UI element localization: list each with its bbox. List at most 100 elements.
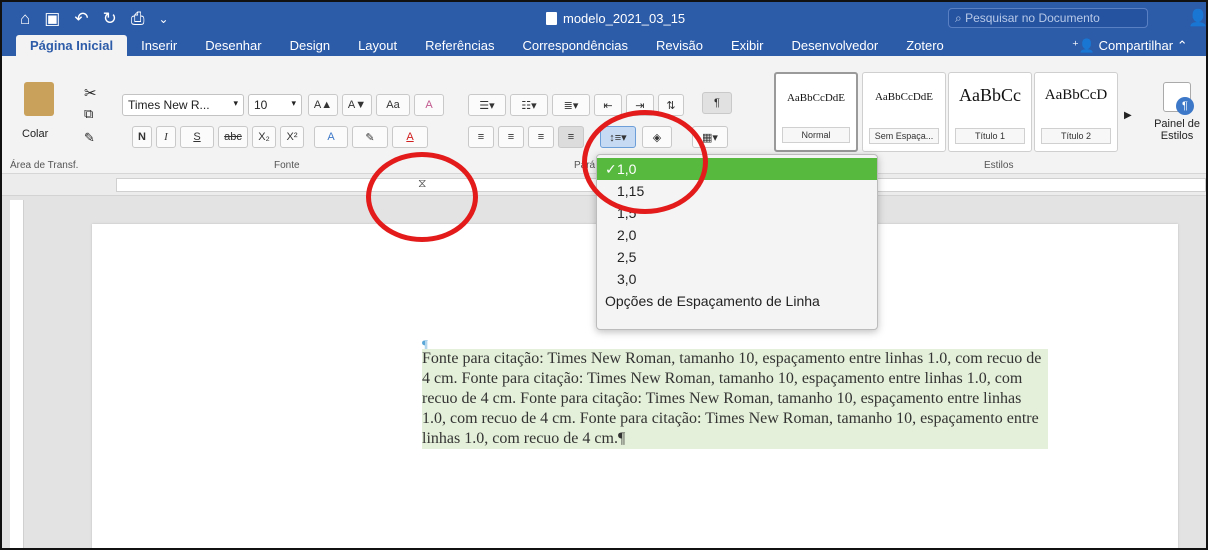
align-center-button[interactable]: ≡ <box>498 126 524 148</box>
document-title: modelo_2021_03_15 <box>546 11 685 26</box>
style-sample: AaBbCcDdE <box>874 91 934 103</box>
font-size-select[interactable]: 10 ▾ <box>248 94 302 116</box>
show-marks-button[interactable]: ¶ <box>702 92 732 114</box>
font-group-label: Fonte <box>274 160 300 171</box>
font-size-value: 10 <box>254 98 268 112</box>
menu-item-label: 1,5 <box>617 205 637 221</box>
title-bar: ⌂ ▣ ↶ ↻ ⎙ ⌄ modelo_2021_03_15 ⌕ Pesquisa… <box>2 2 1206 56</box>
shading-button[interactable]: ◈ <box>642 126 672 148</box>
checkmark-icon: ✓ <box>605 161 617 177</box>
tab-desenhar[interactable]: Desenhar <box>191 35 275 56</box>
copy-icon[interactable]: ⧉ <box>84 106 93 122</box>
decrease-indent-button[interactable]: ⇤ <box>594 94 622 116</box>
bold-button[interactable]: N <box>132 126 152 148</box>
subscript-button[interactable]: X₂ <box>252 126 276 148</box>
vertical-ruler <box>10 200 24 548</box>
styles-more-icon[interactable]: ▶ <box>1124 110 1132 121</box>
print-icon[interactable]: ⎙ <box>131 9 145 29</box>
undo-icon[interactable]: ↶ <box>74 9 88 29</box>
font-name-select[interactable]: Times New R... ▾ <box>122 94 244 116</box>
menu-item-1-5[interactable]: 1,5 <box>597 202 877 224</box>
home-icon[interactable]: ⌂ <box>20 9 30 29</box>
cut-icon[interactable]: ✂ <box>84 84 97 102</box>
tab-referencias[interactable]: Referências <box>411 35 508 56</box>
clear-formatting-button[interactable]: A <box>414 94 444 116</box>
line-spacing-menu: ✓1,0 1,15 1,5 2,0 2,5 3,0 Opções de Espa… <box>596 154 878 330</box>
menu-item-1-0[interactable]: ✓1,0 <box>597 158 877 180</box>
tab-correspondencias[interactable]: Correspondências <box>508 35 642 56</box>
tab-design[interactable]: Design <box>276 35 344 56</box>
style-titulo-2[interactable]: AaBbCcD Título 2 <box>1034 72 1118 152</box>
styles-pane-label: Painel de Estilos <box>1154 118 1200 142</box>
tab-layout[interactable]: Layout <box>344 35 411 56</box>
indent-marker-icon[interactable]: ⧖ <box>418 176 426 191</box>
document-icon <box>546 12 557 25</box>
multilevel-list-button[interactable]: ≣▾ <box>552 94 590 116</box>
search-placeholder: Pesquisar no Documento <box>965 11 1100 25</box>
collapse-ribbon-icon[interactable]: ⌃ <box>1177 38 1188 53</box>
style-name: Título 1 <box>955 128 1025 144</box>
menu-item-label: 1,0 <box>617 161 637 177</box>
ribbon-tabs: Página Inicial Inserir Desenhar Design L… <box>16 35 958 56</box>
styles-pane-button[interactable]: ¶ Painel de Estilos <box>1150 82 1204 158</box>
tab-desenvolvedor[interactable]: Desenvolvedor <box>777 35 892 56</box>
tab-inserir[interactable]: Inserir <box>127 35 191 56</box>
tab-pagina-inicial[interactable]: Página Inicial <box>16 35 128 56</box>
add-person-icon: ⁺👤 <box>1072 38 1099 53</box>
menu-item-2-0[interactable]: 2,0 <box>597 224 877 246</box>
grow-font-button[interactable]: A▲ <box>308 94 338 116</box>
style-sem-espacamento[interactable]: AaBbCcDdE Sem Espaça... <box>862 72 946 152</box>
borders-button[interactable]: ▦▾ <box>692 126 728 148</box>
style-normal[interactable]: AaBbCcDdE Normal <box>774 72 858 152</box>
tab-zotero[interactable]: Zotero <box>892 35 958 56</box>
menu-item-label: Opções de Espaçamento de Linha <box>605 293 820 309</box>
share-label: Compartilhar <box>1098 38 1174 53</box>
tab-revisao[interactable]: Revisão <box>642 35 717 56</box>
format-painter-icon[interactable]: ✎ <box>84 130 95 146</box>
document-title-text: modelo_2021_03_15 <box>563 11 686 26</box>
bullets-button[interactable]: ☰▾ <box>468 94 506 116</box>
save-icon[interactable]: ▣ <box>44 9 60 29</box>
font-name-value: Times New R... <box>128 98 210 112</box>
italic-button[interactable]: I <box>156 126 176 148</box>
change-case-button[interactable]: Aa <box>376 94 410 116</box>
align-right-button[interactable]: ≡ <box>528 126 554 148</box>
highlight-color-button[interactable]: ✎ <box>352 126 388 148</box>
shrink-font-button[interactable]: A▼ <box>342 94 372 116</box>
menu-item-2-5[interactable]: 2,5 <box>597 246 877 268</box>
style-sample: AaBbCcD <box>1044 87 1108 103</box>
styles-group-label: Estilos <box>984 160 1014 171</box>
style-sample: AaBbCcDdE <box>786 92 846 104</box>
customize-toolbar-icon[interactable]: ⌄ <box>158 12 168 26</box>
menu-item-line-spacing-options[interactable]: Opções de Espaçamento de Linha <box>597 290 877 312</box>
quick-access-toolbar: ⌂ ▣ ↶ ↻ ⎙ ⌄ <box>20 9 169 29</box>
increase-indent-button[interactable]: ⇥ <box>626 94 654 116</box>
font-color-button[interactable]: A <box>392 126 428 148</box>
style-name: Sem Espaça... <box>869 128 939 144</box>
chevron-down-icon: ▾ <box>233 98 238 108</box>
numbering-button[interactable]: ☷▾ <box>510 94 548 116</box>
menu-item-label: 2,5 <box>617 249 637 265</box>
search-input[interactable]: ⌕ Pesquisar no Documento <box>948 8 1148 28</box>
paste-label[interactable]: Colar <box>22 128 48 140</box>
underline-button[interactable]: S <box>180 126 214 148</box>
menu-item-3-0[interactable]: 3,0 <box>597 268 877 290</box>
menu-item-1-15[interactable]: 1,15 <box>597 180 877 202</box>
user-icon[interactable]: 👤 <box>1188 8 1206 27</box>
text-effects-button[interactable]: A <box>314 126 348 148</box>
paragraph-group-label: Pará <box>574 160 596 171</box>
menu-item-label: 3,0 <box>617 271 637 287</box>
tab-exibir[interactable]: Exibir <box>717 35 778 56</box>
align-left-button[interactable]: ≡ <box>468 126 494 148</box>
paste-icon[interactable] <box>24 82 54 116</box>
superscript-button[interactable]: X² <box>280 126 304 148</box>
strikethrough-button[interactable]: abc <box>218 126 248 148</box>
sort-button[interactable]: ⇅ <box>658 94 684 116</box>
justify-button[interactable]: ≡ <box>558 126 584 148</box>
line-spacing-button[interactable]: ↕≡▾ <box>600 126 636 148</box>
quote-paragraph[interactable]: Fonte para citação: Times New Roman, tam… <box>422 349 1048 449</box>
style-name: Normal <box>782 127 850 143</box>
redo-icon[interactable]: ↻ <box>103 9 117 29</box>
share-button[interactable]: ⁺👤 Compartilhar ⌃ <box>1072 38 1188 54</box>
style-titulo-1[interactable]: AaBbCc Título 1 <box>948 72 1032 152</box>
